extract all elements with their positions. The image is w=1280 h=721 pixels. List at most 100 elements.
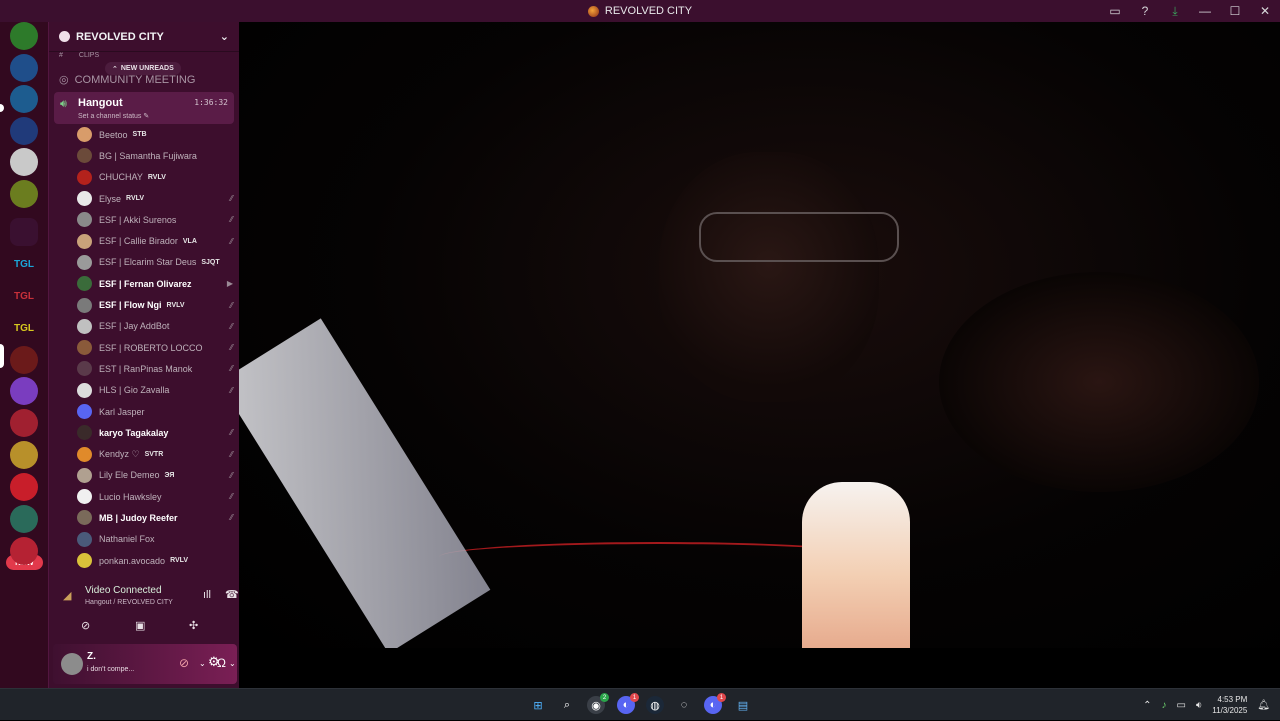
- member-tag: ЭЯ: [164, 471, 175, 479]
- discord-icon[interactable]: ◐ 1: [617, 693, 639, 714]
- set-channel-status-label: Set a channel status: [78, 113, 142, 120]
- voice-member[interactable]: MB | Judoy Reefer ⁄⁄: [77, 507, 237, 528]
- voice-member[interactable]: Lucio Hawksley ⁄⁄: [77, 486, 237, 507]
- voice-member[interactable]: CHUCHAY RVLV: [77, 167, 237, 188]
- server-sidebar: NEW TGLTGLTGL: [0, 22, 48, 688]
- start-icon[interactable]: ⊞: [529, 696, 547, 714]
- member-name: ESF | Jay AddBot: [99, 321, 170, 332]
- voice-member[interactable]: ESF | Fernan Olivarez ▶: [77, 273, 237, 294]
- set-channel-status[interactable]: Set a channel status ✎: [78, 112, 149, 120]
- voice-member[interactable]: ponkan.avocado RVLV: [77, 550, 237, 571]
- server-icon[interactable]: [10, 180, 38, 208]
- voice-member[interactable]: BG | Samantha Fujiwara: [77, 145, 237, 166]
- member-tag: STB: [132, 131, 147, 139]
- voice-member[interactable]: ESF | Flow Ngi RVLV ⁄⁄: [77, 294, 237, 315]
- video-stream[interactable]: [239, 22, 1280, 648]
- voice-member[interactable]: ESF | ROBERTO LOCCO ⁄⁄: [77, 337, 237, 358]
- steam-icon[interactable]: ◍: [646, 696, 664, 714]
- server-icon[interactable]: TGL: [10, 250, 38, 278]
- member-name: MB | Judoy Reefer: [99, 512, 178, 523]
- voice-member[interactable]: ESF | Jay AddBot ⁄⁄: [77, 316, 237, 337]
- server-icon[interactable]: [10, 85, 38, 113]
- volume-icon[interactable]: 🔉︎: [1196, 700, 1202, 711]
- voice-connection-subtitle[interactable]: Hangout / REVOLVED CITY: [85, 599, 173, 606]
- window-title: REVOLVED CITY: [587, 5, 692, 17]
- help-icon[interactable]: ?: [1130, 0, 1160, 22]
- notepad-icon[interactable]: ▤: [734, 696, 752, 714]
- voice-channel-hangout[interactable]: 🔊︎ Hangout 1:36:32 Set a channel status …: [54, 92, 234, 124]
- user-name[interactable]: Z.: [87, 651, 96, 662]
- chrome-icon[interactable]: ◉ 2: [587, 693, 609, 714]
- server-icon[interactable]: TGL: [10, 282, 38, 310]
- member-tag: RVLV: [147, 173, 166, 181]
- voice-member[interactable]: Karl Jasper: [77, 401, 237, 422]
- disconnect-icon[interactable]: ☎: [225, 588, 239, 601]
- notification-icon[interactable]: 🔔︎: [1257, 700, 1270, 711]
- voice-member[interactable]: HLS | Gio Zavalla ⁄⁄: [77, 380, 237, 401]
- server-icon[interactable]: [10, 117, 38, 145]
- voice-member[interactable]: Beetoo STB: [77, 124, 237, 145]
- deafened-icon: ⁄⁄: [230, 470, 233, 480]
- maximize-button[interactable]: ☐: [1220, 0, 1250, 22]
- voice-member[interactable]: Nathaniel Fox: [77, 529, 237, 550]
- server-icon[interactable]: [10, 473, 38, 501]
- activities-icon[interactable]: ✣: [189, 619, 198, 632]
- voice-member[interactable]: karyo Tagakalay ⁄⁄: [77, 422, 237, 443]
- member-name: HLS | Gio Zavalla: [99, 385, 170, 396]
- download-icon[interactable]: ⤓: [1160, 0, 1190, 22]
- voice-member[interactable]: Elyse RVLV ⁄⁄: [77, 188, 237, 209]
- channel-clips[interactable]: # CLIPS: [59, 52, 99, 59]
- voice-member[interactable]: Kendyz ♡ SVTR ⁄⁄: [77, 443, 237, 464]
- avatar: [77, 425, 92, 441]
- server-icon[interactable]: [10, 218, 38, 246]
- server-icon[interactable]: [10, 22, 38, 50]
- voice-member[interactable]: Lily Ele Demeo ЭЯ ⁄⁄: [77, 465, 237, 486]
- clock-time: 4:53 PM: [1217, 695, 1248, 704]
- deafened-icon: ⁄⁄: [230, 194, 233, 204]
- voice-member[interactable]: ESF | Callie Birador VLA ⁄⁄: [77, 230, 237, 251]
- chevron-down-icon[interactable]: ⌄: [220, 30, 229, 43]
- member-tag: SVTR: [144, 450, 164, 458]
- voice-member[interactable]: EST | RanPinas Manok ⁄⁄: [77, 358, 237, 379]
- chevron-up-icon[interactable]: ⌃: [1143, 700, 1151, 711]
- network-icon[interactable]: ▭: [1177, 700, 1186, 711]
- screen-share-icon[interactable]: ▣: [135, 619, 145, 632]
- mic-chevron-icon[interactable]: ⌄: [199, 659, 206, 668]
- search-icon[interactable]: ⌕: [558, 696, 576, 714]
- member-name: Lily Ele Demeo: [99, 470, 160, 481]
- app-icon[interactable]: ◌: [675, 696, 693, 714]
- member-name: ESF | Fernan Olivarez: [99, 278, 192, 289]
- server-icon[interactable]: [10, 441, 38, 469]
- mic-muted-icon[interactable]: ⊘: [179, 656, 189, 670]
- close-button[interactable]: ✕: [1250, 0, 1280, 22]
- server-icon[interactable]: [10, 377, 38, 405]
- channel-community-meeting[interactable]: ◎ COMMUNITY MEETING: [59, 73, 195, 87]
- server-icon[interactable]: TGL: [10, 314, 38, 342]
- avatar: [77, 489, 92, 505]
- noise-suppression-icon[interactable]: ıll: [203, 589, 211, 601]
- voice-member[interactable]: ESF | Elcarim Star Deus SJQT: [77, 252, 237, 273]
- signal-icon[interactable]: ◢: [63, 589, 71, 602]
- server-icon[interactable]: [10, 148, 38, 176]
- discord-alt-icon[interactable]: ◐ 1: [704, 693, 726, 714]
- user-status[interactable]: i don't compe...: [87, 666, 134, 673]
- gear-icon[interactable]: ⚙: [208, 654, 220, 670]
- camera-off-icon[interactable]: ⊘: [81, 619, 90, 632]
- server-icon[interactable]: [10, 346, 38, 374]
- guild-name: REVOLVED CITY: [76, 30, 164, 43]
- server-icon[interactable]: [10, 409, 38, 437]
- minimize-button[interactable]: —: [1190, 0, 1220, 22]
- server-icon[interactable]: [10, 54, 38, 82]
- voice-member[interactable]: ESF | Akki Surenos ⁄⁄: [77, 209, 237, 230]
- avatar: [77, 361, 92, 377]
- clock[interactable]: 4:53 PM 11/3/2025: [1212, 694, 1247, 716]
- headphones-chevron-icon[interactable]: ⌄: [229, 659, 236, 668]
- microphone-icon[interactable]: ♪: [1162, 700, 1167, 711]
- inbox-icon[interactable]: ▭: [1100, 0, 1130, 22]
- avatar: [77, 169, 92, 185]
- server-icon[interactable]: [10, 505, 38, 533]
- guild-header[interactable]: REVOLVED CITY ⌄: [49, 22, 239, 52]
- avatar[interactable]: [61, 653, 83, 675]
- avatar: [77, 233, 92, 249]
- server-icon[interactable]: [10, 537, 38, 565]
